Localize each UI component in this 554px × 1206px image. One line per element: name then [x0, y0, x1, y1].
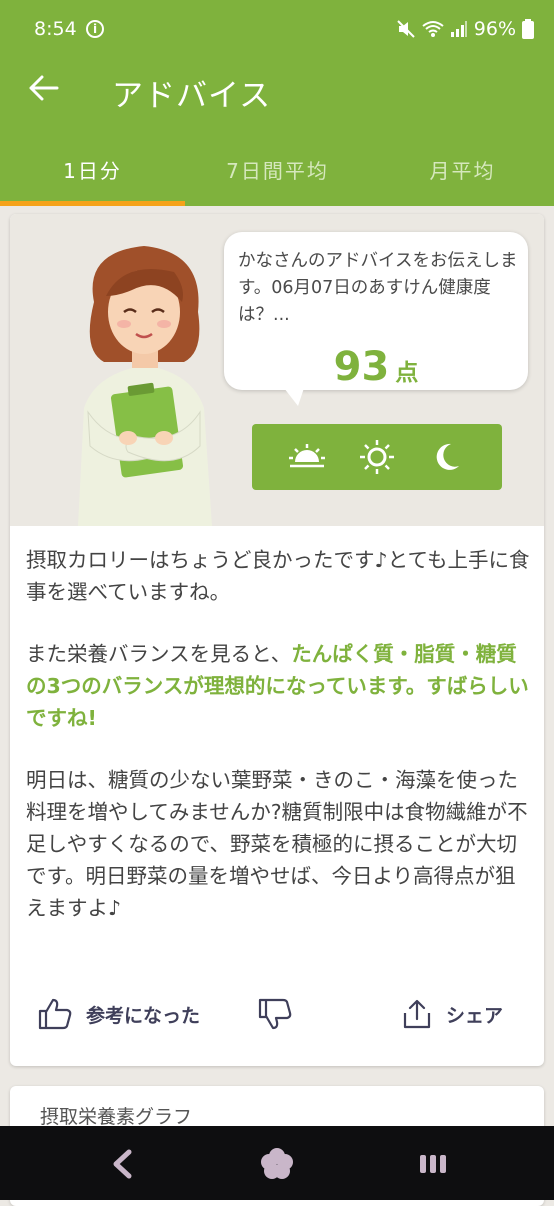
share-icon: [403, 999, 431, 1029]
feedback-row: 参考になった シェア: [10, 990, 544, 1038]
tab-monthly-average[interactable]: 月平均: [370, 132, 554, 206]
not-helpful-button[interactable]: [258, 990, 292, 1038]
thumbs-down-icon: [258, 998, 292, 1030]
page-title: アドバイス: [112, 78, 272, 114]
moon-icon: [436, 443, 459, 470]
advice-paragraph-3: 明日は、糖質の少ない葉野菜・きのこ・海藻を使った料理を増やしてみませんか?糖質制…: [26, 768, 528, 920]
bubble-message: かなさんのアドバイスをお伝えします。06月07日のあすけん健康度は？...: [238, 251, 518, 325]
battery-icon: [522, 19, 534, 39]
advice-hero: かなさんのアドバイスをお伝えします。06月07日のあすけん健康度は？... 93…: [10, 214, 544, 526]
wifi-icon: [422, 21, 444, 37]
nav-recents-button[interactable]: [413, 1144, 453, 1184]
advice-paragraph-2-text: また栄養バランスを見ると、: [26, 642, 292, 666]
nav-back-button[interactable]: [102, 1144, 142, 1184]
health-score-unit: 点: [395, 360, 419, 386]
info-icon: i: [86, 20, 104, 38]
thumbs-up-icon: [38, 998, 72, 1030]
advice-text: 摂取カロリーはちょうど良かったです♪とても上手に食事を選べていますね。 また栄養…: [26, 544, 532, 954]
nav-back-icon: [113, 1149, 132, 1179]
nutrient-graph-title: 摂取栄養素グラフ: [40, 1106, 193, 1128]
advice-paragraph-1: 摂取カロリーはちょうど良かったです♪とても上手に食事を選べていますね。: [26, 548, 530, 604]
nav-home-icon: [261, 1148, 293, 1179]
tab-7-day-average[interactable]: 7日間平均: [185, 132, 370, 206]
status-time: 8:54: [34, 18, 77, 40]
tab-1-day[interactable]: 1日分: [0, 132, 185, 206]
status-icons: 96%: [396, 18, 534, 40]
tab-indicator: [0, 201, 185, 206]
sunrise-icon: [289, 444, 325, 468]
advice-speech-bubble: かなさんのアドバイスをお伝えします。06月07日のあすけん健康度は？... 93…: [224, 232, 528, 406]
mute-icon: [397, 20, 415, 38]
share-button[interactable]: シェア: [402, 990, 503, 1038]
bubble-tail: [284, 388, 304, 406]
sun-icon: [360, 440, 394, 474]
health-score: 93 点: [224, 344, 528, 390]
health-score-value: 93: [333, 344, 390, 390]
advisor-illustration: [78, 246, 212, 526]
status-bar: 8:54 i 96%: [0, 0, 554, 44]
advice-card: かなさんのアドバイスをお伝えします。06月07日のあすけん健康度は？... 93…: [10, 214, 544, 1066]
share-label: シェア: [446, 1004, 504, 1027]
time-of-day-toggle: [252, 424, 502, 490]
battery-percent: 96%: [473, 18, 516, 40]
helpful-label: 参考になった: [86, 1004, 201, 1027]
helpful-button[interactable]: 参考になった: [38, 990, 200, 1038]
back-button[interactable]: [24, 68, 64, 108]
nav-recents-icon: [420, 1155, 446, 1173]
system-nav-bar: [0, 1126, 554, 1200]
signal-icon: [450, 21, 467, 37]
morning-button[interactable]: [287, 437, 327, 477]
arrow-left-icon: [29, 75, 59, 101]
app-bar: アドバイス: [0, 44, 554, 132]
nav-home-button[interactable]: [257, 1144, 297, 1184]
noon-button[interactable]: [357, 437, 397, 477]
advice-paragraph-2: また栄養バランスを見ると、たんぱく質・脂質・糖質の3つのバランスが理想的になって…: [26, 638, 532, 734]
tab-bar: 1日分 7日間平均 月平均: [0, 132, 554, 206]
night-button[interactable]: [427, 437, 467, 477]
